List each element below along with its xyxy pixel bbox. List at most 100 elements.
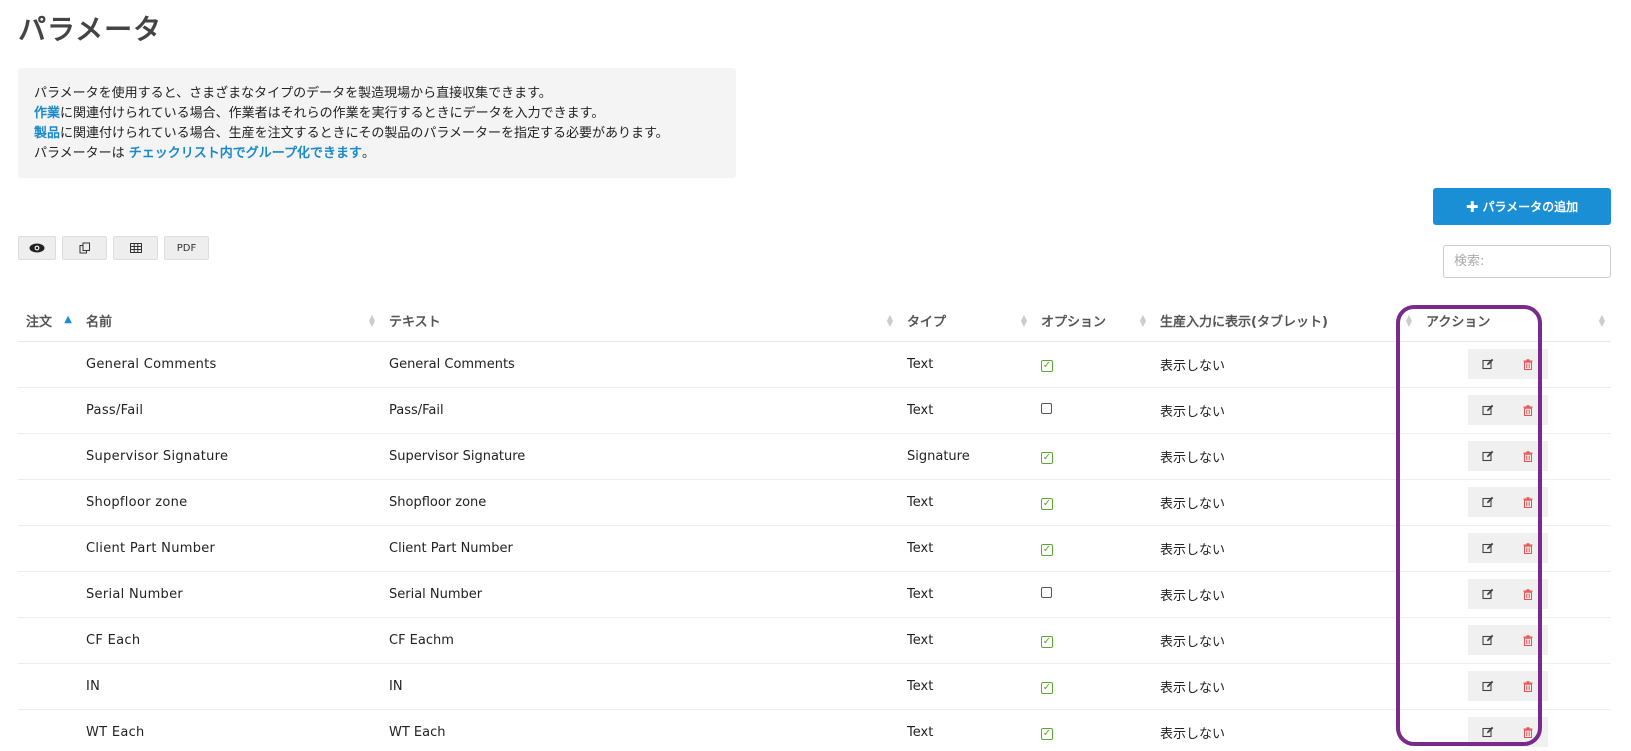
info-line-3: 製品に関連付けられている場合、生産を注文するときにその製品のパラメーターを指定す…: [34, 124, 720, 144]
product-link[interactable]: 製品: [34, 126, 60, 141]
table-row: Supervisor Signature Supervisor Signatur…: [18, 433, 1611, 480]
action-cell: [1418, 709, 1611, 751]
delete-button[interactable]: [1508, 441, 1548, 471]
add-parameter-button[interactable]: ✚ パラメータの追加: [1433, 188, 1611, 225]
edit-icon: [1482, 404, 1494, 416]
delete-button[interactable]: [1508, 717, 1548, 747]
column-option[interactable]: オプション ▲ ▼: [1033, 301, 1152, 342]
parameter-name-link[interactable]: Serial Number: [78, 571, 381, 618]
delete-button[interactable]: [1508, 349, 1548, 379]
column-name[interactable]: 名前 ▲ ▼: [78, 301, 381, 342]
edit-icon: [1482, 726, 1494, 738]
action-cell: [1418, 341, 1611, 388]
checklist-group-link[interactable]: チェックリスト内でグループ化できます: [129, 146, 362, 161]
sort-icon: ▲ ▼: [1405, 313, 1412, 328]
order-cell[interactable]: [18, 433, 78, 480]
edit-button[interactable]: [1468, 717, 1508, 747]
info-line-4-post: 。: [361, 146, 375, 161]
parameter-text: WT Each: [381, 709, 899, 751]
edit-icon: [1482, 588, 1494, 600]
trash-icon: [1523, 634, 1533, 646]
row-actions: [1468, 579, 1611, 609]
parameter-name-link[interactable]: General Comments: [78, 341, 381, 388]
order-cell[interactable]: [18, 709, 78, 751]
parameter-text: Serial Number: [381, 571, 899, 618]
edit-button[interactable]: [1468, 625, 1508, 655]
trash-icon: [1523, 450, 1533, 462]
table-body: General Comments General Comments Text ✓…: [18, 341, 1611, 751]
parameter-text: Supervisor Signature: [381, 433, 899, 480]
column-order[interactable]: 注文 ▲: [18, 301, 78, 342]
tablet-display: 表示しない: [1152, 709, 1418, 751]
excel-export-button[interactable]: [113, 236, 158, 260]
column-tablet-label: 生産入力に表示(タブレット): [1160, 315, 1328, 331]
action-cell: [1418, 479, 1611, 526]
trash-icon: [1523, 542, 1533, 554]
tablet-display: 表示しない: [1152, 341, 1418, 388]
parameter-name-link[interactable]: Pass/Fail: [78, 387, 381, 434]
edit-button[interactable]: [1468, 395, 1508, 425]
delete-button[interactable]: [1508, 671, 1548, 701]
column-text-label: テキスト: [389, 315, 441, 331]
edit-button[interactable]: [1468, 441, 1508, 471]
action-cell: [1418, 571, 1611, 618]
parameter-type: Signature: [899, 433, 1033, 480]
task-link[interactable]: 作業: [34, 106, 60, 121]
unchecked-checkbox-icon: [1041, 586, 1052, 598]
delete-button[interactable]: [1508, 395, 1548, 425]
option-cell: [1033, 571, 1152, 618]
parameters-table: 注文 ▲ 名前 ▲ ▼ テキスト ▲ ▼ タイプ ▲ ▼ オプション ▲ ▼ 生産入力に表示(タブ…: [18, 301, 1611, 751]
order-cell[interactable]: [18, 525, 78, 572]
edit-button[interactable]: [1468, 579, 1508, 609]
parameter-type: Text: [899, 617, 1033, 664]
order-cell[interactable]: [18, 571, 78, 618]
order-cell[interactable]: [18, 387, 78, 434]
table-row: CF Each CF Eachm Text ✓ 表示しない: [18, 617, 1611, 664]
column-type-label: タイプ: [907, 315, 947, 331]
parameter-name-link[interactable]: IN: [78, 663, 381, 710]
parameter-name-link[interactable]: Client Part Number: [78, 525, 381, 572]
checked-checkbox-icon: ✓: [1041, 543, 1053, 556]
column-type[interactable]: タイプ ▲ ▼: [899, 301, 1033, 342]
search-input[interactable]: [1443, 245, 1611, 278]
column-option-label: オプション: [1041, 315, 1107, 331]
pdf-export-button[interactable]: PDF: [164, 236, 209, 260]
plus-icon: ✚: [1465, 197, 1479, 216]
table-row: Serial Number Serial Number Text 表示しない: [18, 571, 1611, 618]
delete-button[interactable]: [1508, 579, 1548, 609]
order-cell[interactable]: [18, 617, 78, 664]
tablet-display: 表示しない: [1152, 433, 1418, 480]
parameter-type: Text: [899, 387, 1033, 434]
parameter-name-link[interactable]: CF Each: [78, 617, 381, 664]
parameter-name-link[interactable]: Shopfloor zone: [78, 479, 381, 526]
option-cell: ✓: [1033, 663, 1152, 710]
action-cell: [1418, 617, 1611, 664]
edit-button[interactable]: [1468, 533, 1508, 563]
copy-button[interactable]: [62, 236, 107, 260]
delete-button[interactable]: [1508, 533, 1548, 563]
edit-button[interactable]: [1468, 349, 1508, 379]
row-actions: [1468, 625, 1611, 655]
order-cell[interactable]: [18, 341, 78, 388]
column-action[interactable]: アクション ▲ ▼: [1418, 301, 1611, 342]
trash-icon: [1523, 358, 1533, 370]
parameter-name-link[interactable]: WT Each: [78, 709, 381, 751]
edit-button[interactable]: [1468, 487, 1508, 517]
copy-icon: [79, 242, 90, 254]
parameter-text: Pass/Fail: [381, 387, 899, 434]
column-tablet-display[interactable]: 生産入力に表示(タブレット) ▲ ▼: [1152, 301, 1418, 342]
tablet-display: 表示しない: [1152, 571, 1418, 618]
row-actions: [1468, 717, 1611, 747]
parameter-name-link[interactable]: Supervisor Signature: [78, 433, 381, 480]
column-text[interactable]: テキスト ▲ ▼: [381, 301, 899, 342]
edit-button[interactable]: [1468, 671, 1508, 701]
option-cell: ✓: [1033, 433, 1152, 480]
info-line-3-text: に関連付けられている場合、生産を注文するときにその製品のパラメーターを指定する必…: [60, 126, 669, 141]
order-cell[interactable]: [18, 479, 78, 526]
delete-button[interactable]: [1508, 625, 1548, 655]
delete-button[interactable]: [1508, 487, 1548, 517]
unchecked-checkbox-icon: [1041, 402, 1052, 414]
order-cell[interactable]: [18, 663, 78, 710]
edit-icon: [1482, 634, 1494, 646]
column-visibility-button[interactable]: [18, 236, 56, 260]
